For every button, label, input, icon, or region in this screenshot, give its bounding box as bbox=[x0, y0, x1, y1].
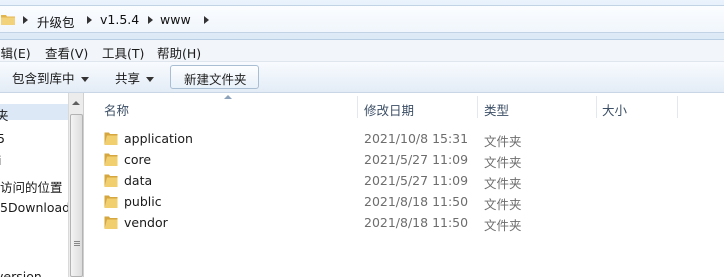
file-list: 名称 修改日期 类型 大小 application 2021/10/8 15:3… bbox=[84, 93, 724, 277]
command-bar: 包含到库中 共享 新建文件夹 bbox=[0, 62, 724, 93]
breadcrumb-arrow-icon[interactable] bbox=[204, 16, 209, 24]
breadcrumb-item[interactable]: v1.5.4 bbox=[100, 12, 139, 27]
nav-item-recent-places[interactable]: 访问的位置 bbox=[0, 177, 63, 196]
folder-icon bbox=[104, 153, 118, 166]
column-header-name[interactable]: 名称 bbox=[104, 100, 129, 119]
folder-icon bbox=[1, 15, 15, 25]
file-name[interactable]: core bbox=[124, 152, 151, 167]
column-header-size[interactable]: 大小 bbox=[602, 100, 627, 119]
file-date: 2021/8/18 11:50 bbox=[364, 194, 469, 209]
grip-line bbox=[74, 243, 80, 244]
column-header-date[interactable]: 修改日期 bbox=[364, 100, 414, 119]
include-in-library-button[interactable]: 包含到库中 bbox=[12, 68, 89, 87]
menu-bar: 编辑(E) 查看(V) 工具(T) 帮助(H) bbox=[0, 40, 724, 62]
nav-item-version[interactable]: version bbox=[0, 269, 42, 277]
file-name[interactable]: data bbox=[124, 173, 152, 188]
new-folder-button[interactable]: 新建文件夹 bbox=[170, 65, 259, 89]
nav-item-downloads[interactable]: 5Downloads bbox=[0, 200, 77, 215]
folder-icon bbox=[104, 195, 118, 208]
column-divider[interactable] bbox=[477, 96, 478, 118]
file-type: 文件夹 bbox=[484, 176, 522, 191]
column-divider[interactable] bbox=[357, 96, 358, 118]
column-divider[interactable] bbox=[677, 96, 678, 118]
nav-item[interactable]: i bbox=[0, 153, 1, 168]
file-type: 文件夹 bbox=[484, 197, 522, 212]
share-label: 共享 bbox=[115, 71, 141, 86]
new-folder-label: 新建文件夹 bbox=[184, 72, 247, 87]
breadcrumb-item[interactable]: www bbox=[160, 12, 191, 27]
file-name[interactable]: public bbox=[124, 194, 162, 209]
column-header-type[interactable]: 类型 bbox=[484, 100, 509, 119]
share-button[interactable]: 共享 bbox=[115, 68, 155, 87]
column-divider[interactable] bbox=[596, 96, 597, 118]
sort-arrow-icon bbox=[224, 95, 232, 99]
grip-line bbox=[74, 245, 80, 246]
file-date: 2021/5/27 11:09 bbox=[364, 173, 469, 188]
breadcrumb-arrow-icon[interactable] bbox=[148, 16, 153, 24]
scrollbar-thumb[interactable] bbox=[70, 114, 83, 277]
address-bar-area: 升级包 v1.5.4 www bbox=[0, 0, 724, 40]
file-date: 2021/8/18 11:50 bbox=[364, 215, 469, 230]
grip-line bbox=[74, 241, 80, 242]
file-name[interactable]: application bbox=[124, 131, 193, 146]
file-type: 文件夹 bbox=[484, 218, 522, 233]
folder-icon bbox=[104, 174, 118, 187]
include-in-library-label: 包含到库中 bbox=[12, 71, 75, 86]
folder-icon bbox=[104, 132, 118, 145]
file-name[interactable]: vendor bbox=[124, 215, 168, 230]
menu-help[interactable]: 帮助(H) bbox=[157, 43, 201, 62]
file-type: 文件夹 bbox=[484, 134, 522, 149]
file-date: 2021/10/8 15:31 bbox=[364, 131, 469, 146]
nav-item[interactable]: 5 bbox=[0, 131, 5, 146]
nav-item-favorites[interactable]: 夹 bbox=[0, 105, 9, 124]
address-bar[interactable]: 升级包 v1.5.4 www bbox=[0, 5, 724, 33]
file-type: 文件夹 bbox=[484, 155, 522, 170]
dropdown-arrow-icon bbox=[80, 77, 89, 82]
nav-selected-item[interactable] bbox=[0, 104, 68, 120]
breadcrumb-arrow-icon[interactable] bbox=[23, 16, 28, 24]
menu-edit[interactable]: 编辑(E) bbox=[0, 43, 31, 62]
scroll-up-arrow-icon[interactable] bbox=[72, 101, 80, 105]
folder-icon bbox=[104, 216, 118, 229]
menu-tools[interactable]: 工具(T) bbox=[102, 43, 144, 62]
navigation-pane: 夹 5 i 访问的位置 5Downloads version bbox=[0, 93, 77, 277]
breadcrumb-item[interactable]: 升级包 bbox=[37, 12, 75, 31]
menu-view[interactable]: 查看(V) bbox=[45, 43, 88, 62]
file-date: 2021/5/27 11:09 bbox=[364, 152, 469, 167]
dropdown-arrow-icon bbox=[146, 77, 155, 82]
nav-scrollbar[interactable] bbox=[68, 93, 84, 277]
breadcrumb-arrow-icon[interactable] bbox=[87, 16, 92, 24]
